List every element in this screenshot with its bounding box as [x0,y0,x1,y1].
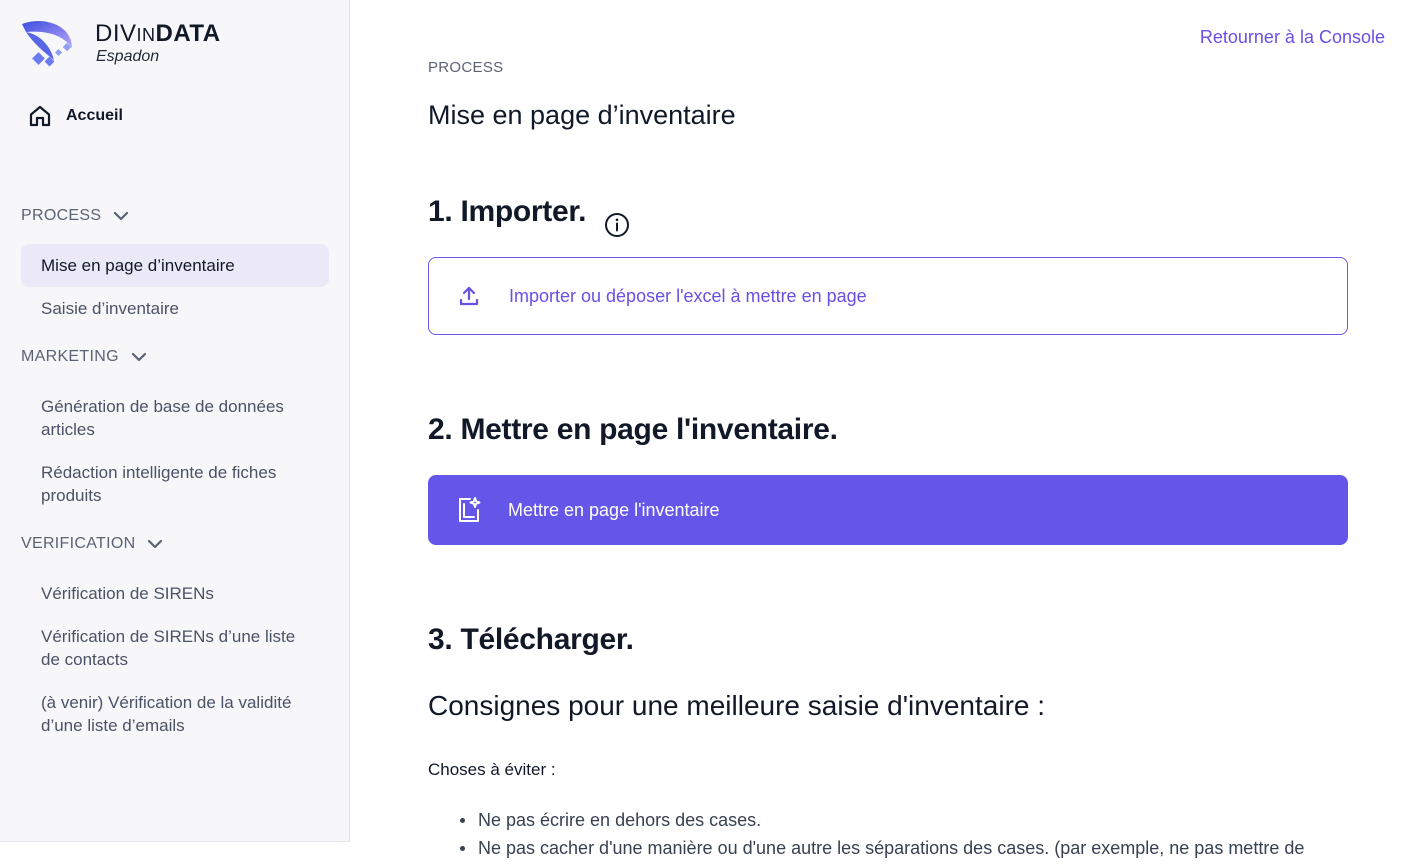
avoid-list: Ne pas écrire en dehors des cases. Ne pa… [458,806,1358,862]
section-process-toggle[interactable]: PROCESS [21,207,129,225]
sidebar-item-saisie[interactable]: Saisie d’inventaire [21,297,329,320]
breadcrumb: PROCESS [428,59,504,76]
sidebar-home-label: Accueil [66,107,123,124]
file-upload-dropzone[interactable]: Importer ou déposer l'excel à mettre en … [428,257,1348,335]
upload-icon [459,286,479,306]
home-icon [29,105,51,127]
section-verification-title: VERIFICATION [21,535,136,552]
sidebar-item-label: Mise en page d’inventaire [41,256,235,275]
info-icon[interactable] [604,212,630,238]
step1-title: 1. Importer. [428,195,587,228]
layout-inventory-button[interactable]: Mettre en page l'inventaire [428,475,1348,545]
section-process-title: PROCESS [21,207,102,224]
step2-title: 2. Mettre en page l'inventaire. [428,413,838,446]
sidebar-item-label: (à venir) Vérification de la validité d’… [41,693,292,735]
layout-inventory-button-label: Mettre en page l'inventaire [508,499,720,520]
chevron-down-icon [114,211,129,221]
sidebar-item-home[interactable]: Accueil [28,104,123,128]
chevron-down-icon [131,352,146,362]
avoid-label: Choses à éviter : [428,760,556,779]
layout-sparkle-icon [459,497,481,522]
logo-mark-icon [22,21,72,67]
sidebar-item-redaction-fiches[interactable]: Rédaction intelligente de fiches produit… [21,461,329,507]
brand-logo[interactable]: DIVINDATA Espadon [20,16,280,72]
sidebar-item-mise-en-page[interactable]: Mise en page d’inventaire [21,244,329,287]
sidebar-item-label: Saisie d’inventaire [41,299,179,318]
sidebar-item-label: Vérification de SIRENs d’une liste de co… [41,627,296,669]
section-verification-toggle[interactable]: VERIFICATION [21,535,163,553]
sidebar-item-verif-sirens-contacts[interactable]: Vérification de SIRENs d’une liste de co… [21,625,329,671]
section-marketing-toggle[interactable]: MARKETING [21,348,147,366]
sidebar-item-label: Rédaction intelligente de fiches produit… [41,463,277,505]
page-title: Mise en page d’inventaire [428,100,736,130]
upload-label: Importer ou déposer l'excel à mettre en … [509,285,867,306]
brand-name: DIVINDATA [95,20,221,47]
sidebar-item-label: Vérification de SIRENs [41,584,214,603]
guidelines-title: Consignes pour une meilleure saisie d'in… [428,690,1046,721]
sidebar-item-label: Génération de base de données articles [41,397,284,439]
sidebar-item-verif-sirens[interactable]: Vérification de SIRENs [21,582,329,605]
sidebar-item-verif-emails[interactable]: (à venir) Vérification de la validité d’… [21,691,329,737]
list-item: Ne pas écrire en dehors des cases. [458,806,1358,834]
sidebar-item-generation-bdd[interactable]: Génération de base de données articles [21,395,329,441]
sidebar: DIVINDATA Espadon Accueil PROCESS Mise e… [0,0,350,842]
return-to-console-link[interactable]: Retourner à la Console [1200,27,1385,48]
section-marketing-title: MARKETING [21,348,119,365]
step3-title: 3. Télécharger. [428,623,634,656]
chevron-down-icon [148,539,163,549]
brand-subtitle: Espadon [96,48,160,65]
list-item: Ne pas cacher d'une manière ou d'une aut… [458,834,1358,862]
